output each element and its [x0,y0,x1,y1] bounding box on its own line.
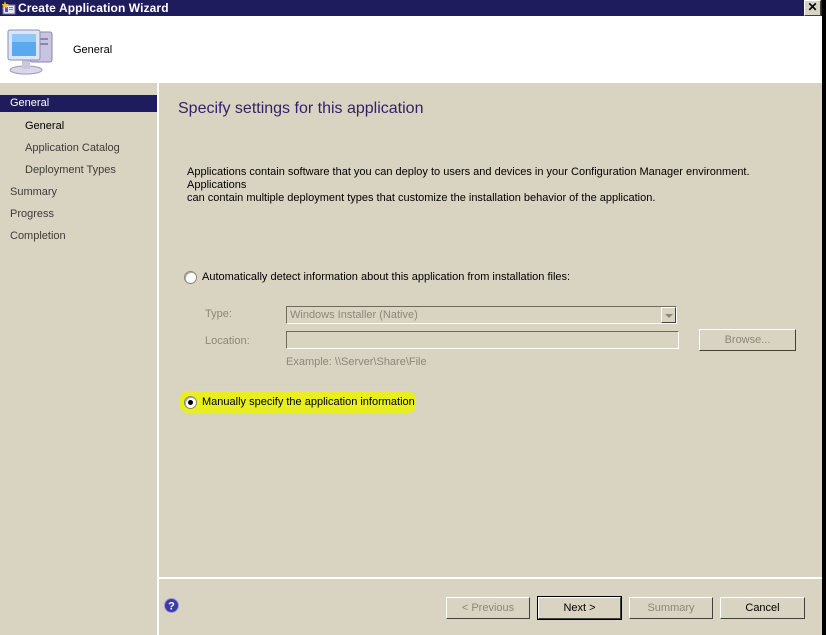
sidebar-item-deployment-types[interactable]: Deployment Types [0,162,157,179]
sidebar-item-general-sub[interactable]: General [0,118,157,135]
chevron-down-icon[interactable] [661,307,676,323]
location-example: Example: \\Server\Share\File [286,356,427,368]
sidebar-item-completion[interactable]: Completion [0,228,157,245]
description-line-2: can contain multiple deployment types th… [187,192,656,204]
close-button[interactable]: ✕ [804,0,821,16]
previous-button[interactable]: < Previous [446,597,530,619]
location-input[interactable] [286,331,679,349]
window-title: Create Application Wizard [18,1,169,15]
cancel-button[interactable]: Cancel [720,597,805,619]
type-combobox[interactable]: Windows Installer (Native) [286,306,677,324]
sidebar-item-summary[interactable]: Summary [0,184,157,201]
window-border [822,0,826,635]
wizard-steps-sidebar: General General Application Catalog Depl… [0,83,157,635]
svg-text:?: ? [168,601,175,613]
next-button[interactable]: Next > [537,596,622,620]
sidebar-item-progress[interactable]: Progress [0,206,157,223]
description-line-1: Applications contain software that you c… [187,166,750,191]
auto-detect-label[interactable]: Automatically detect information about t… [202,271,570,283]
close-icon: ✕ [807,0,818,14]
manual-radio[interactable] [184,396,197,409]
computer-icon [7,29,53,75]
sidebar-item-general[interactable]: General [0,95,157,112]
radio-selected-dot [188,400,193,405]
help-icon[interactable]: ? [164,598,179,613]
type-value: Windows Installer (Native) [290,309,418,321]
location-label: Location: [205,335,250,347]
wizard-header: General [0,16,822,83]
sidebar-item-application-catalog[interactable]: Application Catalog [0,140,157,157]
wizard-content: Specify settings for this application Ap… [159,83,822,635]
wizard-app-icon [2,1,16,15]
manual-label[interactable]: Manually specify the application informa… [202,396,415,408]
page-title: Specify settings for this application [178,100,424,117]
title-bar: Create Application Wizard ✕ [0,0,826,16]
auto-detect-radio[interactable] [184,271,197,284]
type-label: Type: [205,308,232,320]
footer-divider [159,577,822,579]
summary-button[interactable]: Summary [629,597,713,619]
browse-button[interactable]: Browse... [699,329,796,351]
description: Applications contain software that you c… [187,166,807,205]
header-title: General [73,44,113,56]
